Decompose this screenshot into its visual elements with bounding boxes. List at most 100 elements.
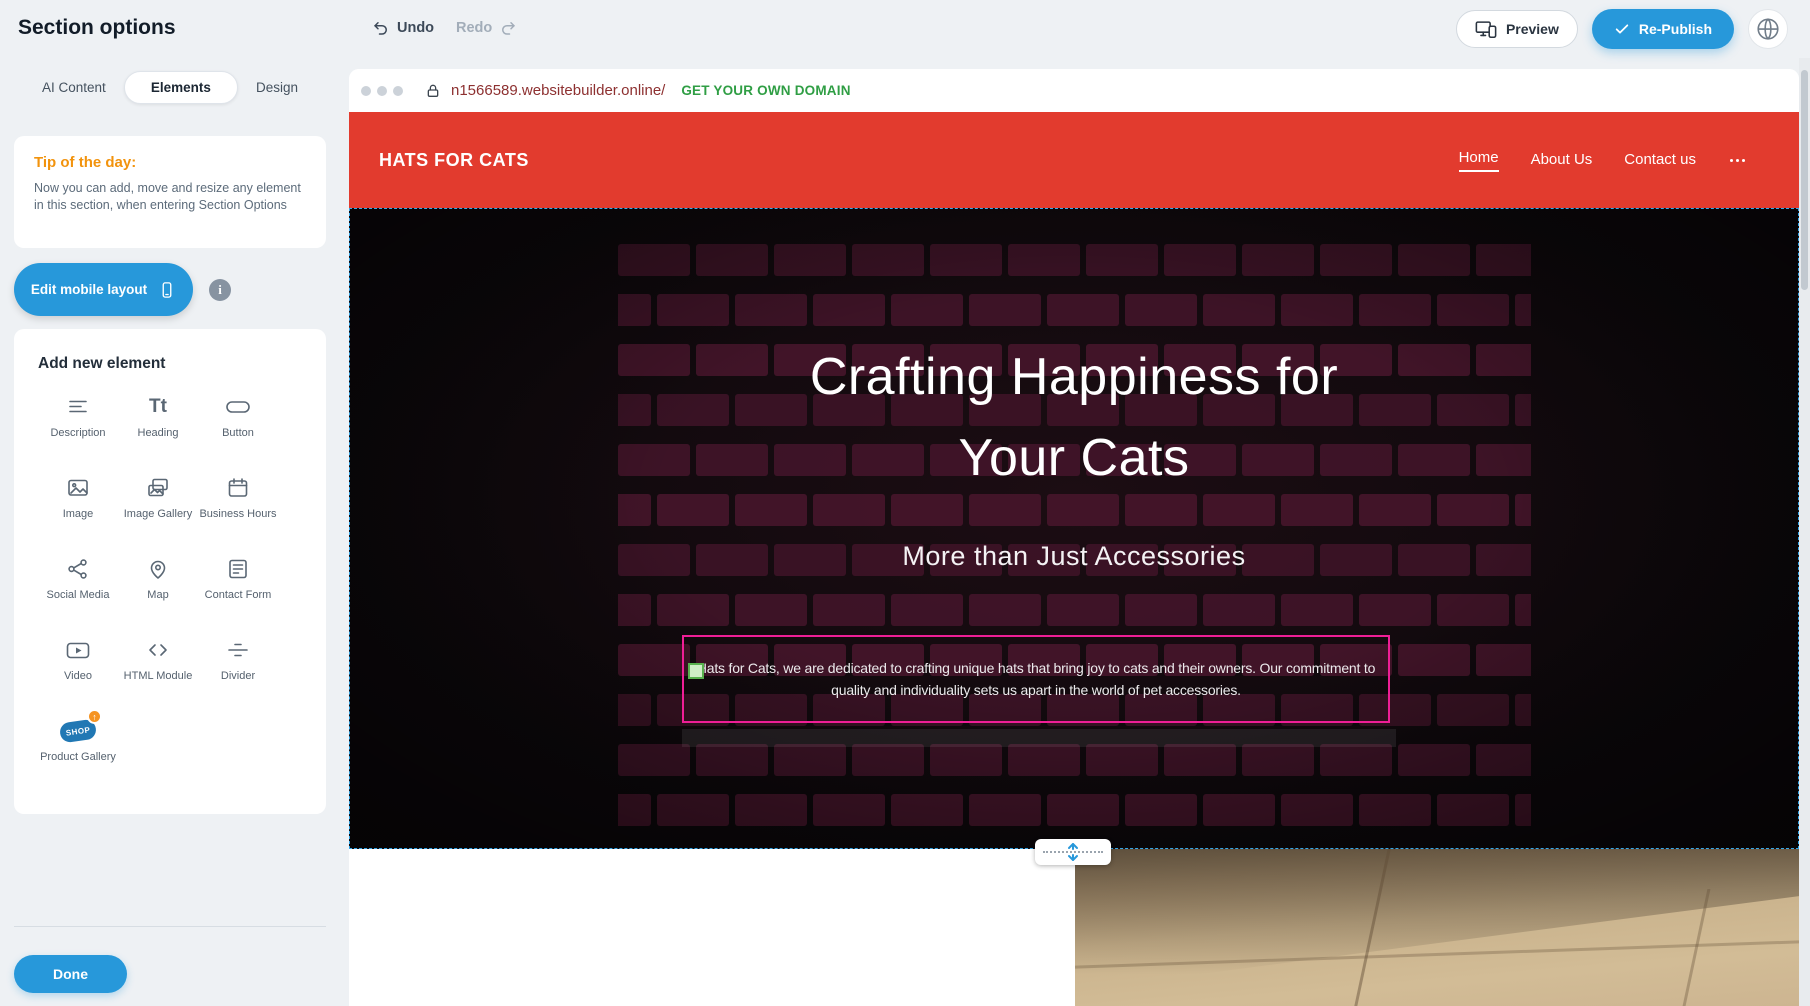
window-dot-icon xyxy=(377,86,387,96)
element-label: Video xyxy=(64,670,92,683)
element-contact-form[interactable]: Contact Form xyxy=(198,555,278,619)
brick xyxy=(1476,244,1531,276)
brick xyxy=(1398,244,1470,276)
brick xyxy=(1203,294,1275,326)
brick xyxy=(1203,794,1275,826)
section-resize-handle[interactable] xyxy=(1035,839,1111,865)
element-label: Image Gallery xyxy=(124,508,192,521)
tip-of-the-day-card: Tip of the day: Now you can add, move an… xyxy=(14,136,326,248)
brick xyxy=(1203,594,1275,626)
element-label: Map xyxy=(147,589,168,602)
brick xyxy=(618,494,651,526)
contact-form-icon xyxy=(226,555,250,583)
brick xyxy=(891,594,963,626)
sidebar: AI Content Elements Design Tip of the da… xyxy=(0,58,340,1006)
redo-button[interactable]: Redo xyxy=(456,19,517,37)
brick xyxy=(930,744,1002,776)
brick xyxy=(1359,594,1431,626)
text-drag-handle[interactable] xyxy=(688,663,704,679)
elements-grid: Description Tt Heading Button Image xyxy=(38,393,326,781)
brick xyxy=(618,644,690,676)
element-html-module[interactable]: HTML Module xyxy=(118,636,198,700)
brick xyxy=(1437,494,1509,526)
brick xyxy=(1515,394,1531,426)
element-business-hours[interactable]: Business Hours xyxy=(198,474,278,538)
page-title: Section options xyxy=(18,16,176,40)
tab-design[interactable]: Design xyxy=(244,72,310,103)
scrollbar-thumb[interactable] xyxy=(1801,70,1808,290)
element-image[interactable]: Image xyxy=(38,474,118,538)
element-label: HTML Module xyxy=(124,670,193,683)
ellipsis-icon[interactable] xyxy=(1728,153,1747,168)
brick xyxy=(1125,294,1197,326)
brick xyxy=(1125,594,1197,626)
element-divider[interactable]: Divider xyxy=(198,636,278,700)
element-product-gallery[interactable]: SHOP ↑ Product Gallery xyxy=(38,717,118,781)
brick xyxy=(969,294,1041,326)
brick-row xyxy=(618,244,1531,276)
hero-heading[interactable]: Crafting Happiness for Your Cats xyxy=(754,337,1394,499)
brick xyxy=(1242,244,1314,276)
hero-subheading[interactable]: More than Just Accessories xyxy=(350,541,1798,572)
element-button[interactable]: Button xyxy=(198,393,278,457)
brick xyxy=(1476,344,1531,376)
element-image-gallery[interactable]: Image Gallery xyxy=(118,474,198,538)
tab-ai-content[interactable]: AI Content xyxy=(30,72,118,103)
brick xyxy=(618,694,651,726)
element-label: Image xyxy=(63,508,94,521)
nav-item-home[interactable]: Home xyxy=(1459,149,1499,172)
brick xyxy=(1437,594,1509,626)
nav-item-contact[interactable]: Contact us xyxy=(1624,151,1696,170)
brick xyxy=(618,344,690,376)
preview-button[interactable]: Preview xyxy=(1456,10,1578,48)
element-description[interactable]: Description xyxy=(38,393,118,457)
nav-item-about[interactable]: About Us xyxy=(1531,151,1593,170)
business-hours-icon xyxy=(226,474,250,502)
republish-button[interactable]: Re-Publish xyxy=(1592,9,1734,49)
brick xyxy=(1164,744,1236,776)
brick xyxy=(1398,444,1470,476)
brick xyxy=(1086,244,1158,276)
globe-icon xyxy=(1755,16,1781,42)
edit-mobile-layout-button[interactable]: Edit mobile layout xyxy=(14,263,193,316)
tile-grout-line xyxy=(1683,889,1711,1006)
brick xyxy=(1476,444,1531,476)
window-dot-icon xyxy=(361,86,371,96)
brick xyxy=(1359,794,1431,826)
hero-text-block-selected[interactable]: Hats for Cats, we are dedicated to craft… xyxy=(682,635,1390,723)
brick xyxy=(1476,744,1531,776)
brick xyxy=(1398,744,1470,776)
brick xyxy=(1476,644,1531,676)
brick xyxy=(1515,294,1531,326)
brick xyxy=(969,794,1041,826)
get-domain-link[interactable]: GET YOUR OWN DOMAIN xyxy=(681,83,850,98)
brick xyxy=(618,594,651,626)
map-icon xyxy=(146,555,170,583)
edit-mobile-label: Edit mobile layout xyxy=(31,282,147,297)
hero-section-selected[interactable]: Crafting Happiness for Your Cats More th… xyxy=(349,208,1799,849)
element-social-media[interactable]: Social Media xyxy=(38,555,118,619)
tab-elements[interactable]: Elements xyxy=(124,71,238,104)
social-media-icon xyxy=(66,555,90,583)
element-map[interactable]: Map xyxy=(118,555,198,619)
undo-button[interactable]: Undo xyxy=(372,19,434,37)
tip-title: Tip of the day: xyxy=(34,154,306,171)
site-logo[interactable]: HATS FOR CATS xyxy=(379,150,529,171)
browser-bar: n1566589.websitebuilder.online/ GET YOUR… xyxy=(349,69,1799,112)
brick xyxy=(1281,294,1353,326)
image-icon xyxy=(66,474,90,502)
brick xyxy=(618,744,690,776)
brick xyxy=(930,244,1002,276)
brick xyxy=(657,294,729,326)
brick xyxy=(1515,494,1531,526)
resize-arrows-icon xyxy=(1066,842,1080,862)
element-heading[interactable]: Tt Heading xyxy=(118,393,198,457)
element-video[interactable]: Video xyxy=(38,636,118,700)
brick xyxy=(618,294,651,326)
done-button[interactable]: Done xyxy=(14,955,127,993)
undo-icon xyxy=(372,19,390,37)
brick xyxy=(1008,744,1080,776)
brick xyxy=(1047,294,1119,326)
info-icon[interactable]: i xyxy=(209,279,231,301)
language-globe-button[interactable] xyxy=(1748,9,1788,49)
